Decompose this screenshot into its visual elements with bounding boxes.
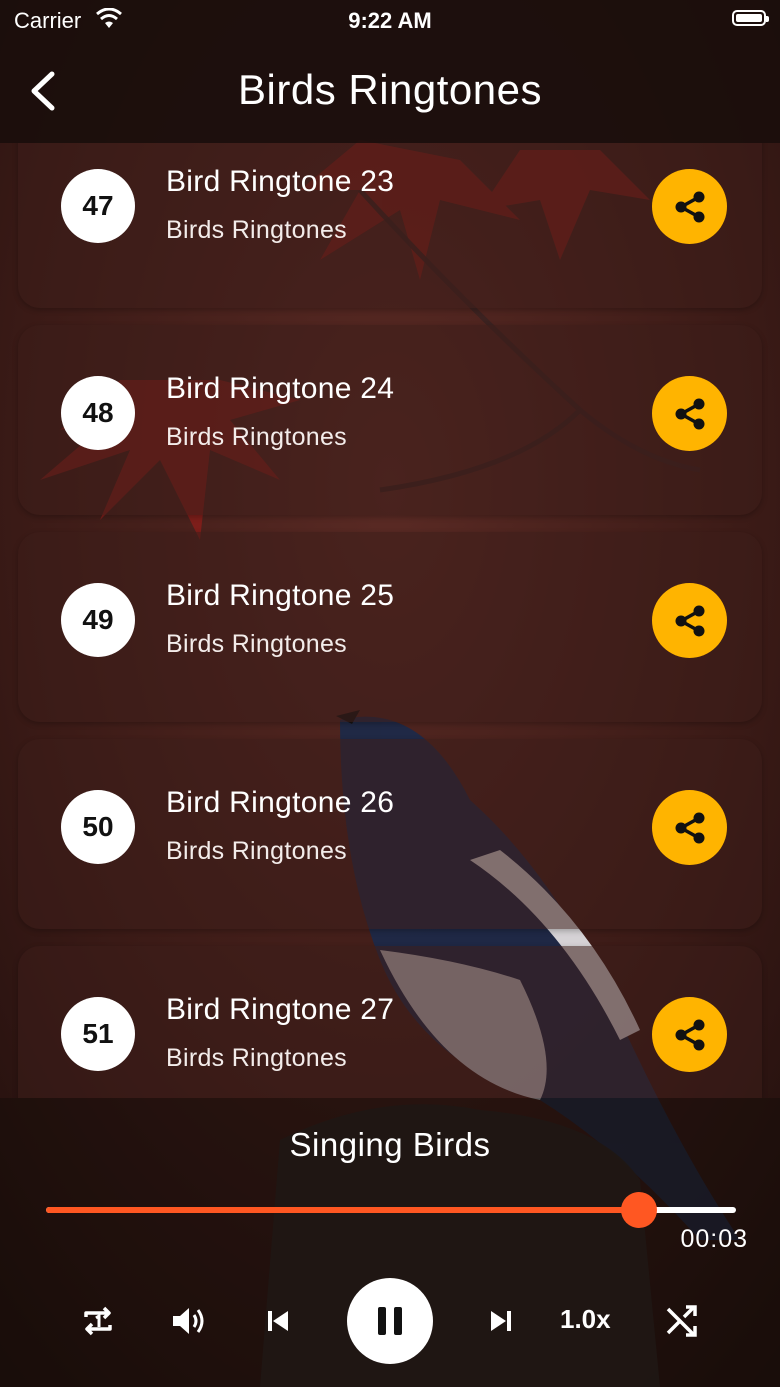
shuffle-icon xyxy=(666,1305,697,1337)
item-title: Bird Ringtone 25 xyxy=(166,579,395,612)
share-button[interactable] xyxy=(652,583,727,658)
item-number-badge: 51 xyxy=(61,997,135,1071)
next-button[interactable] xyxy=(478,1298,524,1344)
status-bar: Carrier 9:22 AM xyxy=(0,0,780,40)
share-icon xyxy=(675,398,704,429)
list-item[interactable]: 50 Bird Ringtone 26 Birds Ringtones xyxy=(18,739,762,929)
elapsed-time: 00:03 xyxy=(680,1225,748,1253)
item-number-badge: 48 xyxy=(61,376,135,450)
progress-slider[interactable] xyxy=(46,1192,736,1228)
list-item[interactable]: 48 Bird Ringtone 24 Birds Ringtones xyxy=(18,325,762,515)
pause-button[interactable] xyxy=(347,1278,433,1364)
repeat-button[interactable] xyxy=(75,1298,121,1344)
share-button[interactable] xyxy=(652,376,727,451)
item-number-badge: 50 xyxy=(61,790,135,864)
share-button[interactable] xyxy=(652,997,727,1072)
share-button[interactable] xyxy=(652,169,727,244)
pause-icon xyxy=(378,1307,402,1335)
page-title: Birds Ringtones xyxy=(238,66,542,113)
item-number-badge: 49 xyxy=(61,583,135,657)
ringtone-list[interactable]: 47 Bird Ringtone 23 Birds Ringtones 48 B… xyxy=(0,143,780,1098)
list-item[interactable]: 49 Bird Ringtone 25 Birds Ringtones xyxy=(18,532,762,722)
share-icon xyxy=(675,191,704,222)
item-subtitle: Birds Ringtones xyxy=(166,630,347,658)
share-button[interactable] xyxy=(652,790,727,865)
item-subtitle: Birds Ringtones xyxy=(166,1044,347,1072)
progress-played xyxy=(46,1207,640,1213)
repeat-one-icon xyxy=(84,1306,112,1336)
list-item[interactable]: 47 Bird Ringtone 23 Birds Ringtones xyxy=(18,143,762,308)
item-title: Bird Ringtone 26 xyxy=(166,786,395,819)
item-subtitle: Birds Ringtones xyxy=(166,216,347,244)
share-icon xyxy=(675,812,704,843)
now-playing-title: Singing Birds xyxy=(289,1126,491,1163)
audio-player: Singing Birds 00:03 1.0x xyxy=(0,1098,780,1387)
previous-button[interactable] xyxy=(255,1298,301,1344)
list-item[interactable]: 51 Bird Ringtone 27 Birds Ringtones xyxy=(18,946,762,1098)
item-title: Bird Ringtone 27 xyxy=(166,993,395,1026)
item-number-badge: 47 xyxy=(61,169,135,243)
item-subtitle: Birds Ringtones xyxy=(166,837,347,865)
skip-next-icon xyxy=(491,1311,511,1331)
item-title: Bird Ringtone 23 xyxy=(166,165,395,198)
volume-icon xyxy=(173,1308,204,1334)
share-icon xyxy=(675,1019,704,1050)
volume-button[interactable] xyxy=(165,1298,211,1344)
item-title: Bird Ringtone 24 xyxy=(166,372,395,405)
shuffle-button[interactable] xyxy=(659,1298,705,1344)
item-subtitle: Birds Ringtones xyxy=(166,423,347,451)
share-icon xyxy=(675,605,704,636)
skip-previous-icon xyxy=(268,1311,288,1331)
playback-speed-button[interactable]: 1.0x xyxy=(560,1304,611,1335)
battery-icon xyxy=(732,10,769,26)
progress-thumb[interactable] xyxy=(621,1192,658,1228)
status-time: 9:22 AM xyxy=(348,8,432,33)
